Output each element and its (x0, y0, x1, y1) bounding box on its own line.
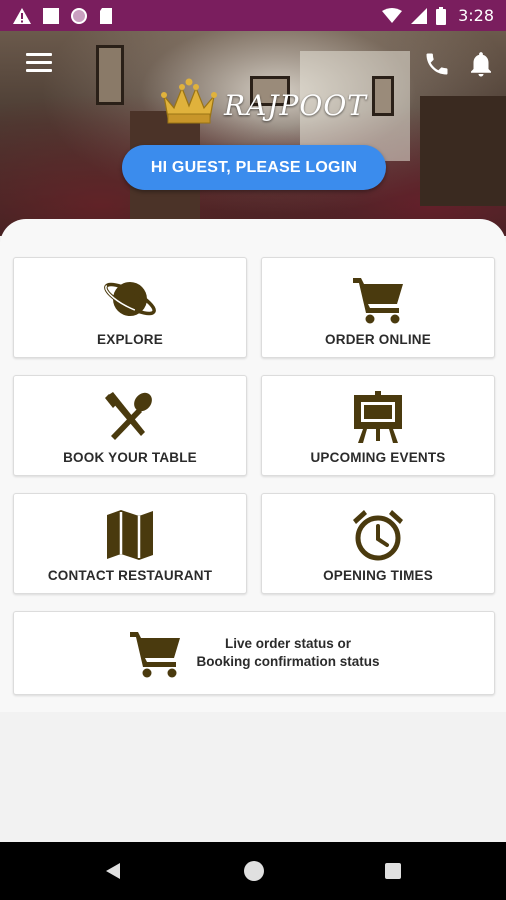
alarm-clock-icon (353, 510, 403, 561)
order-status-text: Live order status or Booking confirmatio… (196, 635, 379, 671)
phone-icon[interactable] (423, 50, 451, 78)
menu-icon[interactable] (26, 53, 52, 73)
login-button[interactable]: HI GUEST, PLEASE LOGIN (122, 145, 386, 190)
upcoming-events-tile[interactable]: UPCOMING EVENTS (261, 375, 495, 476)
status-bar: 3:28 (0, 0, 506, 31)
signal-icon (411, 7, 428, 24)
circle-icon (71, 7, 87, 24)
tile-label: BOOK YOUR TABLE (63, 450, 197, 465)
back-icon[interactable] (104, 862, 122, 880)
battery-icon (436, 6, 447, 25)
square-icon (43, 7, 59, 24)
shopping-cart-icon (130, 632, 181, 678)
easel-icon (354, 391, 402, 443)
tile-label: EXPLORE (97, 332, 163, 347)
tile-label: CONTACT RESTAURANT (47, 568, 213, 583)
crown-icon (161, 78, 217, 124)
recents-icon[interactable] (385, 863, 401, 879)
knife-spoon-icon (105, 392, 152, 440)
brand-logo: RAJPOOT (160, 78, 367, 126)
brand-name: RAJPOOT (224, 89, 367, 122)
clock-time: 3:28 (458, 6, 494, 25)
status-line-2: Booking confirmation status (196, 654, 380, 669)
opening-times-tile[interactable]: OPENING TIMES (261, 493, 495, 594)
empty-area (0, 712, 506, 842)
order-status-tile[interactable]: Live order status or Booking confirmatio… (13, 611, 495, 695)
map-icon (107, 510, 153, 560)
explore-tile[interactable]: EXPLORE (13, 257, 247, 358)
home-icon[interactable] (244, 861, 264, 881)
order-online-tile[interactable]: ORDER ONLINE (261, 257, 495, 358)
bell-icon[interactable] (466, 48, 496, 80)
tile-label: OPENING TIMES (323, 568, 433, 583)
shopping-cart-icon (353, 278, 403, 324)
book-table-tile[interactable]: BOOK YOUR TABLE (13, 375, 247, 476)
sd-card-icon (100, 7, 112, 24)
status-line-1: Live order status or (224, 636, 352, 651)
contact-restaurant-tile[interactable]: CONTACT RESTAURANT (13, 493, 247, 594)
tile-label: UPCOMING EVENTS (310, 450, 446, 465)
wifi-icon (382, 7, 403, 23)
tile-label: ORDER ONLINE (325, 332, 431, 347)
warning-icon (13, 7, 31, 24)
planet-icon (104, 282, 156, 316)
